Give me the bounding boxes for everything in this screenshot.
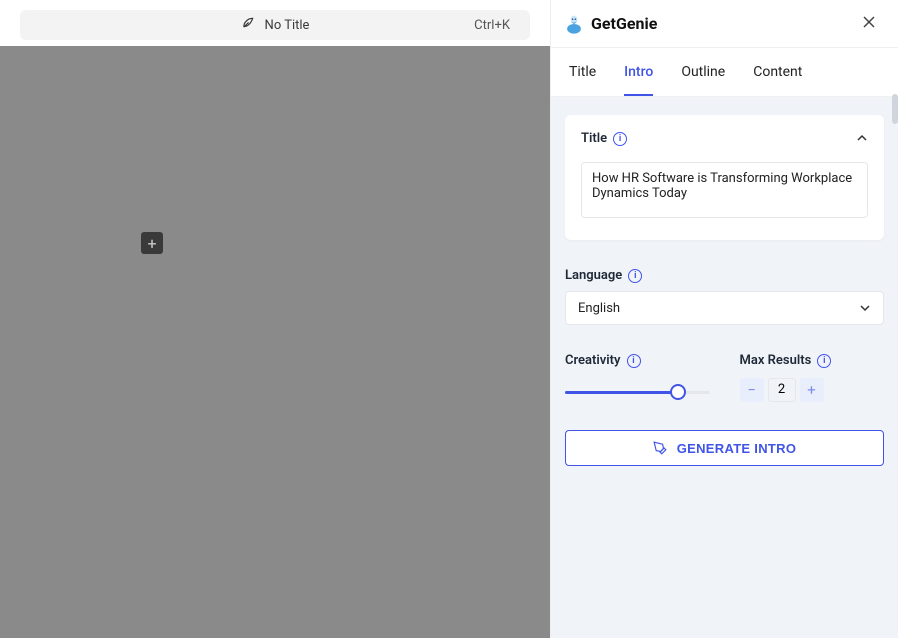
max-results-label: Max Results <box>740 353 812 368</box>
chevron-down-icon <box>859 302 871 314</box>
magic-icon <box>653 441 667 455</box>
close-icon[interactable] <box>858 12 880 35</box>
creativity-slider[interactable] <box>565 380 710 404</box>
getgenie-panel: GetGenie Title Intro Outline Content Tit… <box>550 0 898 638</box>
language-value: English <box>578 301 620 316</box>
tab-intro[interactable]: Intro <box>624 64 653 96</box>
tab-title[interactable]: Title <box>569 64 596 96</box>
title-card: Title i <box>565 115 884 240</box>
tab-content[interactable]: Content <box>753 64 802 96</box>
editor-canvas[interactable]: + <box>0 46 550 638</box>
creativity-label: Creativity <box>565 353 621 368</box>
title-input[interactable] <box>581 162 868 218</box>
info-icon[interactable]: i <box>613 132 627 146</box>
add-block-button[interactable]: + <box>141 232 163 254</box>
shortcut-label: Ctrl+K <box>474 18 510 33</box>
chevron-up-icon[interactable] <box>856 129 868 148</box>
title-label: Title <box>581 131 607 146</box>
info-icon[interactable]: i <box>628 269 642 283</box>
max-results-value[interactable]: 2 <box>768 378 796 402</box>
document-title-bar[interactable]: No Title Ctrl+K <box>20 10 530 40</box>
slider-thumb[interactable] <box>670 384 686 400</box>
feather-icon <box>241 16 255 34</box>
document-title: No Title <box>265 18 310 33</box>
increment-button[interactable]: + <box>800 378 824 402</box>
max-results-stepper: − 2 + <box>740 378 885 402</box>
info-icon[interactable]: i <box>817 354 831 368</box>
language-select[interactable]: English <box>565 291 884 325</box>
panel-tabs: Title Intro Outline Content <box>551 48 898 97</box>
decrement-button[interactable]: − <box>740 378 764 402</box>
scrollbar-thumb[interactable] <box>892 94 898 124</box>
language-label: Language <box>565 268 622 283</box>
tab-outline[interactable]: Outline <box>681 64 725 96</box>
brand-text: GetGenie <box>591 14 657 33</box>
generate-intro-label: GENERATE INTRO <box>677 441 797 456</box>
info-icon[interactable]: i <box>627 354 641 368</box>
generate-intro-button[interactable]: GENERATE INTRO <box>565 430 884 466</box>
brand-logo: GetGenie <box>563 13 657 35</box>
